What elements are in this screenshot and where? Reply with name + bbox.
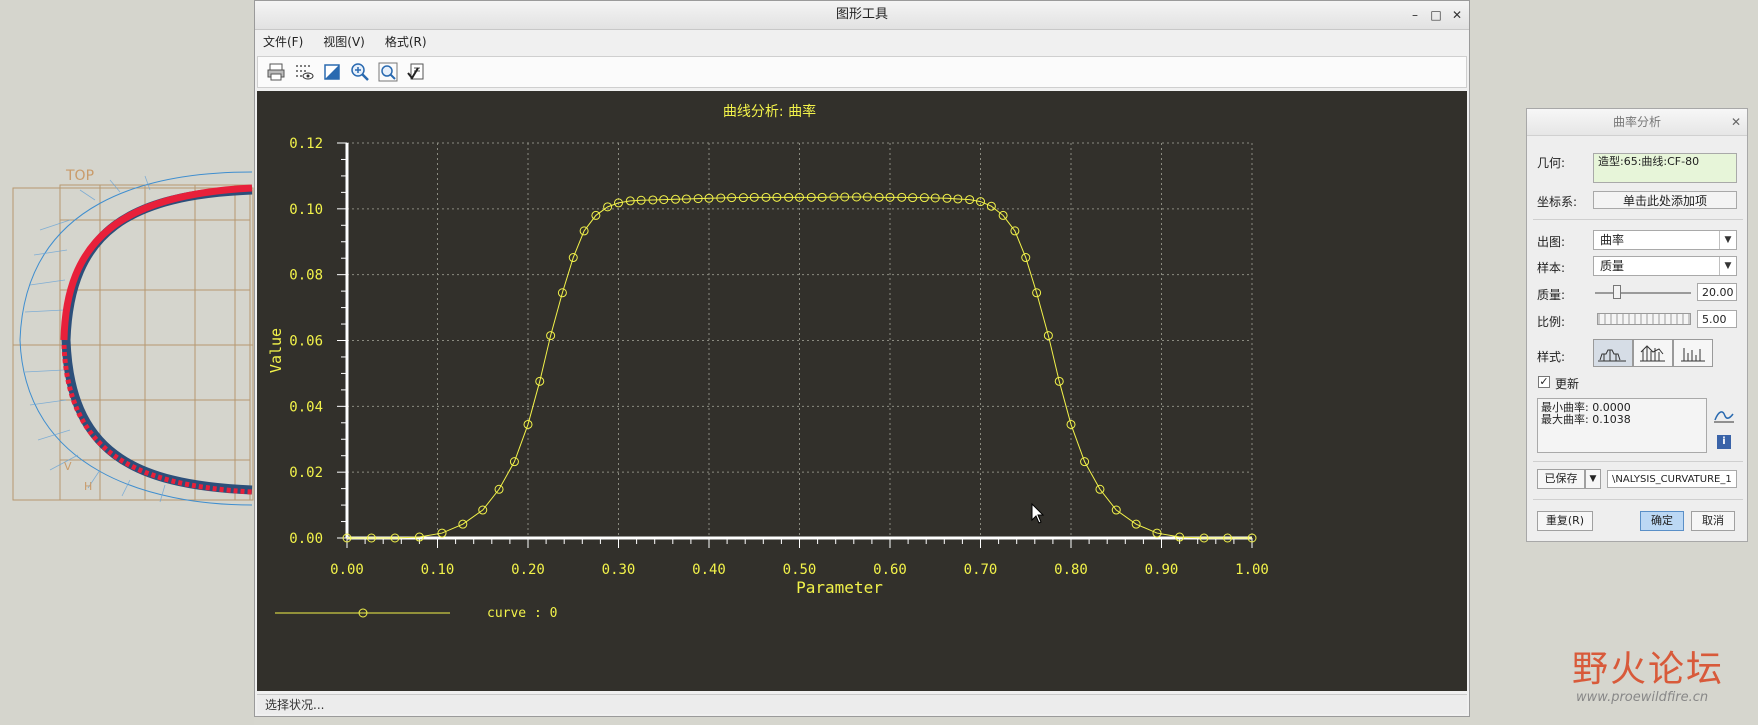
divider bbox=[1533, 499, 1743, 500]
geometry-label: 几何: bbox=[1537, 156, 1566, 170]
menu-format[interactable]: 格式(R) bbox=[385, 30, 427, 55]
x-tick-label: 0.10 bbox=[421, 562, 455, 578]
menubar: 文件(F) 视图(V) 格式(R) bbox=[255, 30, 1469, 55]
y-axis-label: Value bbox=[267, 328, 285, 373]
scale-input[interactable]: 5.00 bbox=[1697, 310, 1737, 328]
x-tick-label: 0.50 bbox=[783, 562, 817, 578]
plot-select[interactable]: 曲率 ▼ bbox=[1593, 230, 1737, 250]
quality-slider-track[interactable] bbox=[1595, 292, 1691, 294]
legend-label: curve : 0 bbox=[487, 606, 557, 621]
y-tick-label: 0.04 bbox=[289, 399, 323, 415]
curve-model-drawing: TOP V H bbox=[12, 168, 254, 506]
quality-label: 质量: bbox=[1537, 288, 1566, 302]
chevron-down-icon: ▼ bbox=[1589, 474, 1597, 484]
plot-select-value: 曲率 bbox=[1600, 233, 1625, 247]
csys-collector[interactable]: 单击此处添加项 bbox=[1593, 191, 1737, 209]
x-tick-label: 0.40 bbox=[692, 562, 726, 578]
sample-select-value: 质量 bbox=[1600, 259, 1625, 273]
divider bbox=[1533, 461, 1743, 462]
toolbar bbox=[257, 56, 1467, 88]
options-icon[interactable] bbox=[404, 60, 428, 84]
svg-text:V: V bbox=[64, 460, 72, 473]
grid-icon[interactable] bbox=[292, 60, 316, 84]
x-tick-label: 0.00 bbox=[330, 562, 364, 578]
status-bar: 选择状况... bbox=[257, 694, 1467, 714]
chevron-down-icon: ▼ bbox=[1719, 231, 1736, 249]
y-tick-label: 0.06 bbox=[289, 334, 323, 350]
view-label: TOP bbox=[65, 168, 94, 184]
x-tick-label: 0.30 bbox=[602, 562, 636, 578]
curvature-chart: 曲线分析: 曲率 0.00 0.10 0.20 0.30 0.40 0.50 0.60 0.70… bbox=[267, 103, 1269, 621]
svg-text:H: H bbox=[84, 480, 92, 493]
chart-title: 曲线分析: 曲率 bbox=[723, 103, 816, 120]
x-tick-label: 0.80 bbox=[1054, 562, 1088, 578]
watermark-url: www.proewildfire.cn bbox=[1576, 690, 1709, 705]
style-bar-button[interactable] bbox=[1633, 339, 1673, 367]
graph-tool-window: 图形工具 – □ ✕ 文件(F) 视图(V) 格式(R) 曲线分析: 曲率 0.… bbox=[254, 0, 1470, 717]
update-checkbox[interactable]: ✓ bbox=[1538, 376, 1550, 388]
csys-label: 坐标系: bbox=[1537, 195, 1578, 209]
curvature-dialog: 曲率分析 ✕ 几何: 造型:65:曲线:CF-80 坐标系: 单击此处添加项 出… bbox=[1526, 108, 1748, 542]
style-curve-button[interactable] bbox=[1593, 339, 1633, 367]
refit-icon[interactable] bbox=[376, 60, 400, 84]
box-icon[interactable] bbox=[320, 60, 344, 84]
model-viewport[interactable]: TOP V H bbox=[0, 0, 254, 725]
geometry-collector[interactable]: 造型:65:曲线:CF-80 bbox=[1593, 153, 1737, 183]
sample-select[interactable]: 质量 ▼ bbox=[1593, 256, 1737, 276]
window-title: 图形工具 bbox=[835, 7, 888, 22]
quality-slider-thumb[interactable] bbox=[1612, 285, 1621, 299]
x-tick-label: 0.70 bbox=[964, 562, 998, 578]
sample-label: 样本: bbox=[1537, 261, 1566, 275]
mouse-cursor-icon bbox=[1031, 503, 1045, 524]
y-tick-label: 0.08 bbox=[289, 268, 323, 284]
graph-icon[interactable] bbox=[1713, 406, 1735, 424]
watermark-logo: 野火论坛 www.proewildfire.cn bbox=[1572, 650, 1752, 720]
saved-dropdown[interactable]: ▼ bbox=[1585, 469, 1601, 489]
save-name-input[interactable]: \NALYSIS_CURVATURE_1 bbox=[1607, 470, 1737, 488]
max-curvature-label: 最大曲率: bbox=[1541, 413, 1589, 426]
bar-style-icon bbox=[1640, 345, 1665, 362]
dialog-close-icon[interactable]: ✕ bbox=[1731, 109, 1741, 135]
curve-style-icon bbox=[1598, 349, 1626, 362]
info-icon[interactable]: i bbox=[1717, 435, 1731, 449]
result-box: 最小曲率: 0.0000 最大曲率: 0.1038 bbox=[1537, 398, 1707, 453]
spike-style-icon bbox=[1681, 348, 1705, 362]
y-tick-label: 0.00 bbox=[289, 531, 323, 547]
scale-thumbwheel[interactable] bbox=[1597, 313, 1691, 325]
x-tick-label: 0.90 bbox=[1145, 562, 1179, 578]
y-tick-label: 0.02 bbox=[289, 465, 323, 481]
update-label: 更新 bbox=[1555, 377, 1580, 391]
zoom-in-icon[interactable] bbox=[348, 60, 372, 84]
dialog-title: 曲率分析 bbox=[1612, 115, 1661, 129]
watermark-title: 野火论坛 bbox=[1572, 649, 1725, 690]
style-label: 样式: bbox=[1537, 350, 1566, 364]
maximize-icon[interactable]: □ bbox=[1430, 9, 1442, 21]
minimize-icon[interactable]: – bbox=[1409, 9, 1421, 21]
chevron-down-icon: ▼ bbox=[1719, 257, 1736, 275]
plot-label: 出图: bbox=[1537, 235, 1566, 249]
ok-button[interactable]: 确定 bbox=[1640, 511, 1684, 531]
menu-file[interactable]: 文件(F) bbox=[263, 30, 303, 55]
y-tick-label: 0.10 bbox=[289, 202, 323, 218]
reset-button[interactable]: 重复(R) bbox=[1537, 511, 1593, 531]
printer-icon[interactable] bbox=[264, 60, 288, 84]
saved-button[interactable]: 已保存 bbox=[1537, 469, 1585, 489]
scale-label: 比例: bbox=[1537, 315, 1566, 329]
window-titlebar[interactable]: 图形工具 – □ ✕ bbox=[255, 1, 1469, 30]
x-axis-label: Parameter bbox=[796, 578, 883, 597]
max-curvature-value: 0.1038 bbox=[1592, 413, 1631, 426]
quality-input[interactable]: 20.00 bbox=[1697, 283, 1737, 301]
x-tick-label: 0.60 bbox=[873, 562, 907, 578]
cancel-button[interactable]: 取消 bbox=[1691, 511, 1735, 531]
dialog-titlebar[interactable]: 曲率分析 ✕ bbox=[1527, 109, 1747, 136]
style-spike-button[interactable] bbox=[1673, 339, 1713, 367]
divider bbox=[1533, 219, 1743, 220]
chart-area[interactable]: 曲线分析: 曲率 0.00 0.10 0.20 0.30 0.40 0.50 0.60 0.70… bbox=[257, 91, 1467, 691]
x-tick-label: 0.20 bbox=[511, 562, 545, 578]
x-tick-label: 1.00 bbox=[1235, 562, 1269, 578]
close-icon[interactable]: ✕ bbox=[1451, 9, 1463, 21]
menu-view[interactable]: 视图(V) bbox=[323, 30, 365, 55]
y-tick-label: 0.12 bbox=[289, 136, 323, 152]
